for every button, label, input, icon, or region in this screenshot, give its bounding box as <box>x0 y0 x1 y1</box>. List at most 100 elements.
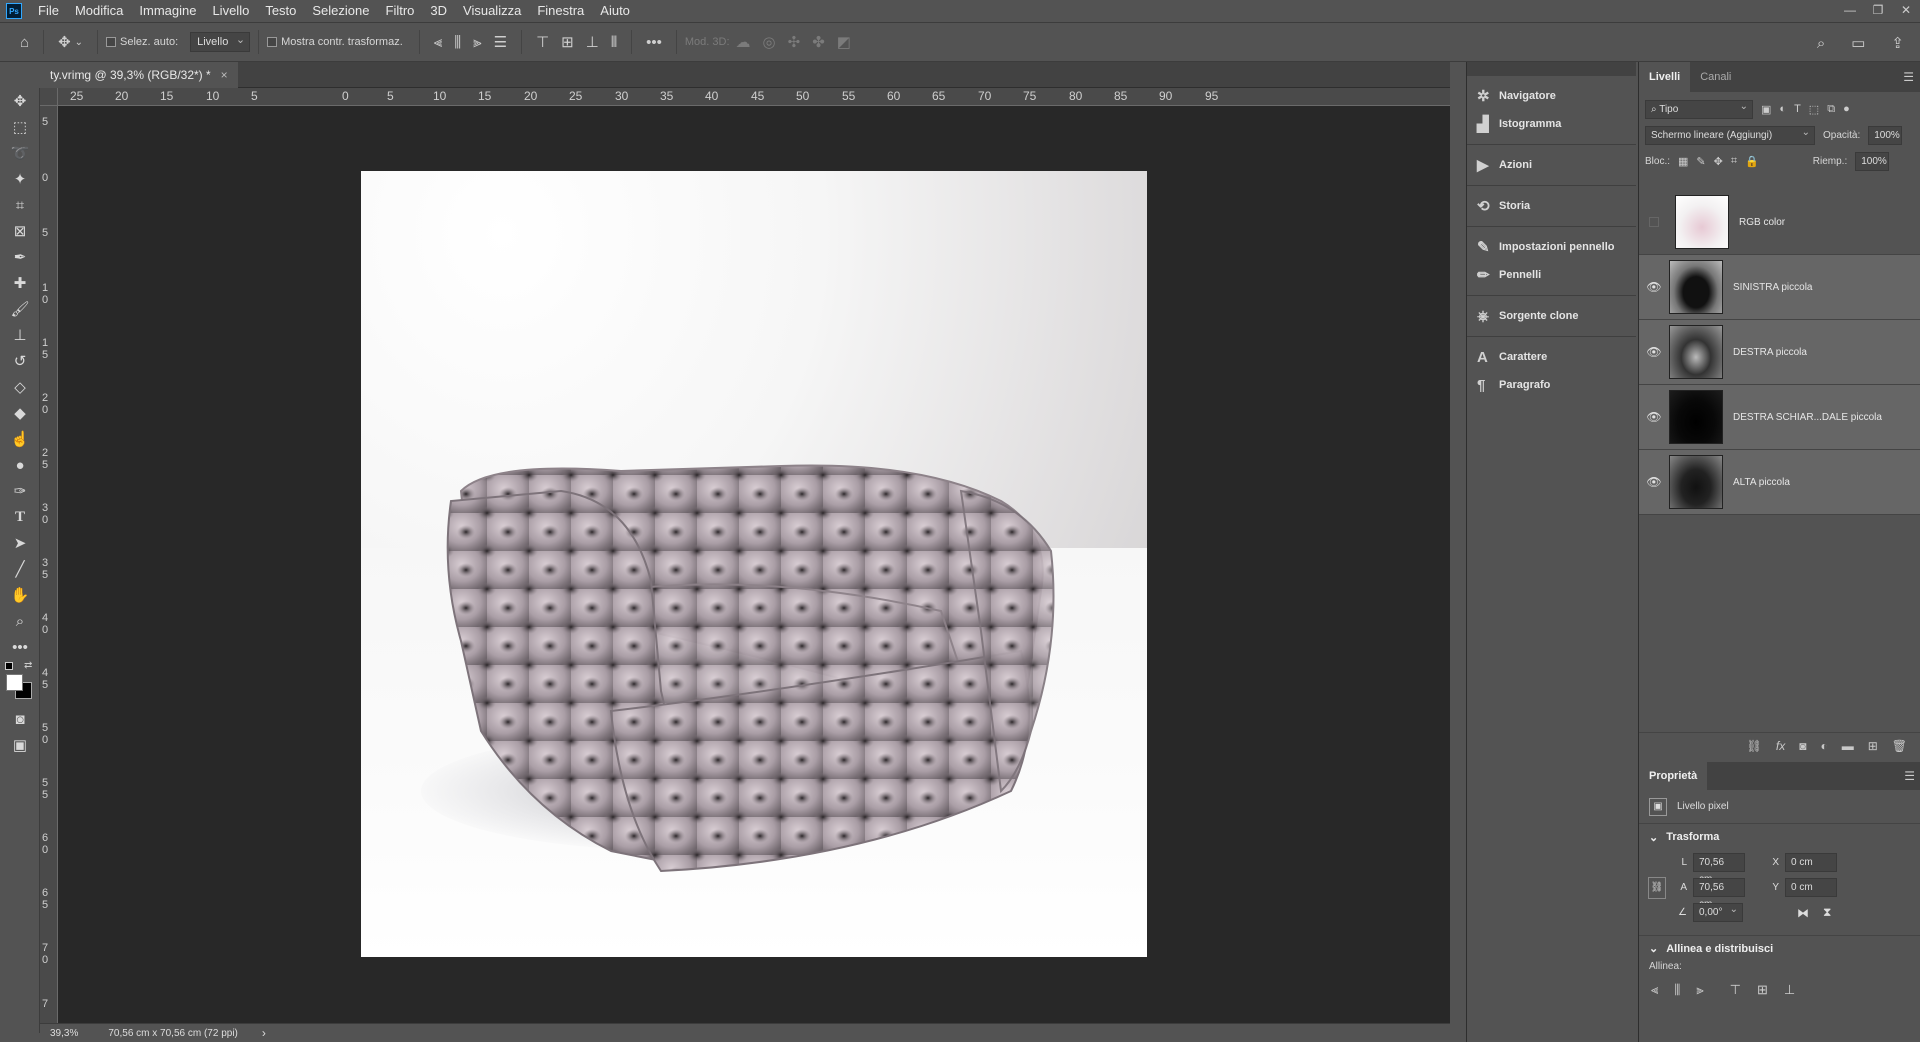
menu-view[interactable]: Visualizza <box>455 0 529 22</box>
navigator-panel-button[interactable]: ✲ Navigatore <box>1467 82 1636 110</box>
link-dimensions-icon[interactable]: ⛓ <box>1648 876 1666 899</box>
minimize-icon[interactable]: — <box>1836 0 1864 22</box>
dock-header[interactable] <box>1467 62 1636 76</box>
align-section-header[interactable]: ⌄ Allinea e distribuisci <box>1639 935 1920 961</box>
filter-adjustment-icon[interactable]: ◐ <box>1779 103 1786 115</box>
zoom-tool-icon[interactable]: ⌕ <box>0 608 40 634</box>
hand-tool-icon[interactable]: ✋ <box>0 582 40 608</box>
height-field[interactable]: 70,56 cm <box>1693 878 1745 910</box>
menu-type[interactable]: Testo <box>257 0 304 22</box>
workspace-icon[interactable]: ▭ <box>1851 34 1865 52</box>
filter-smart-object-icon[interactable]: ⧉ <box>1827 103 1835 116</box>
brush-settings-panel-button[interactable]: ✎ Impostazioni pennello <box>1467 233 1636 261</box>
ruler-origin[interactable] <box>40 88 58 106</box>
panel-menu-icon[interactable]: ☰ <box>1904 769 1915 783</box>
layer-filter-dropdown[interactable]: ⌕ Tipo <box>1645 98 1753 119</box>
angle-field[interactable]: 0,00° <box>1693 901 1743 922</box>
healing-brush-tool-icon[interactable]: ✚ <box>0 270 40 296</box>
vertical-ruler[interactable]: 5 0 5 1 0 1 5 2 0 2 5 3 0 3 5 4 0 4 5 5 … <box>40 88 58 1023</box>
tab-properties[interactable]: Proprietà <box>1639 762 1708 790</box>
blend-mode-dropdown[interactable]: Schermo lineare (Aggiungi) <box>1645 124 1815 145</box>
close-tab-icon[interactable]: × <box>221 62 228 88</box>
smudge-tool-icon[interactable]: ☝ <box>0 426 40 452</box>
tab-channels[interactable]: Canali <box>1690 62 1741 92</box>
paint-bucket-tool-icon[interactable]: ◆ <box>0 400 40 426</box>
menu-select[interactable]: Selezione <box>304 0 377 22</box>
line-tool-icon[interactable]: ╱ <box>0 556 40 582</box>
foreground-color-swatch[interactable] <box>6 674 23 691</box>
align-left-icon[interactable]: ⫷ <box>1651 982 1658 998</box>
lock-all-icon[interactable]: 🔒 <box>1745 155 1759 168</box>
align-middle-v-icon[interactable]: ⊞ <box>561 33 574 51</box>
delete-layer-icon[interactable]: 🗑 <box>1892 739 1907 753</box>
filter-type-icon[interactable]: T <box>1794 103 1801 115</box>
eyedropper-tool-icon[interactable]: ✒ <box>0 244 40 270</box>
move-tool-icon[interactable]: ✥ <box>0 88 40 114</box>
layer-row[interactable]: 👁 SINISTRA piccola <box>1639 255 1920 320</box>
quick-mask-icon[interactable]: ◙ <box>0 706 40 732</box>
align-top-icon[interactable]: ⊤ <box>536 33 549 51</box>
lock-image-icon[interactable]: ✎ <box>1696 155 1705 168</box>
lock-transparent-icon[interactable]: ▦ <box>1678 155 1688 168</box>
frame-tool-icon[interactable]: ⊠ <box>0 218 40 244</box>
flip-horizontal-icon[interactable]: ⧓ <box>1797 906 1809 920</box>
align-middle-v-icon[interactable]: ⊞ <box>1757 982 1768 998</box>
photoshop-logo-icon[interactable]: Ps <box>6 3 22 19</box>
menu-filter[interactable]: Filtro <box>378 0 423 22</box>
vertical-scrollbar[interactable] <box>1450 88 1466 1023</box>
lock-position-icon[interactable]: ✥ <box>1714 155 1723 168</box>
link-layers-icon[interactable]: ⛓ <box>1747 739 1762 753</box>
pen-tool-icon[interactable]: ✑ <box>0 478 40 504</box>
document-canvas[interactable] <box>361 171 1147 957</box>
character-panel-button[interactable]: A Carattere <box>1467 343 1636 371</box>
visibility-toggle[interactable] <box>1649 217 1659 227</box>
layer-row[interactable]: 👁 ALTA piccola <box>1639 450 1920 515</box>
align-center-h-icon[interactable]: ⫼ <box>1674 982 1680 998</box>
align-center-h-icon[interactable]: ⫼ <box>454 34 461 51</box>
transform-section-header[interactable]: ⌄ Trasforma <box>1639 824 1920 850</box>
history-panel-button[interactable]: ⟲ Storia <box>1467 192 1636 220</box>
restore-icon[interactable]: ❐ <box>1864 0 1892 22</box>
status-menu-arrow[interactable]: › <box>262 1026 266 1040</box>
brushes-panel-button[interactable]: ✏ Pennelli <box>1467 261 1636 289</box>
home-icon[interactable]: ⌂ <box>20 34 29 51</box>
distribute-vertical-icon[interactable]: ⫴ <box>611 34 617 51</box>
eye-icon[interactable]: 👁 <box>1639 345 1669 359</box>
default-colors-icon[interactable] <box>5 662 13 670</box>
panel-menu-icon[interactable]: ☰ <box>1903 70 1914 84</box>
menu-layer[interactable]: Livello <box>204 0 257 22</box>
lock-artboard-icon[interactable]: ⌗ <box>1731 155 1737 168</box>
new-group-icon[interactable]: ▬ <box>1842 739 1854 753</box>
auto-select-checkbox[interactable] <box>106 37 117 47</box>
menu-window[interactable]: Finestra <box>529 0 592 22</box>
more-options-icon[interactable]: ••• <box>646 34 662 51</box>
auto-select-target-dropdown[interactable]: Livello <box>190 31 251 52</box>
align-left-icon[interactable]: ⫷ <box>434 34 442 51</box>
move-tool-preset-icon[interactable]: ✥ <box>58 33 71 51</box>
swap-colors-icon[interactable]: ⇄ <box>24 660 32 671</box>
add-mask-icon[interactable]: ◙ <box>1799 739 1806 753</box>
history-brush-tool-icon[interactable]: ↺ <box>0 348 40 374</box>
layer-style-icon[interactable]: fx <box>1776 739 1785 753</box>
brush-tool-icon[interactable]: 🖌 <box>0 296 40 322</box>
filter-toggle-icon[interactable]: ● <box>1843 103 1850 115</box>
document-tab[interactable]: ty.vrimg @ 39,3% (RGB/32*) * × <box>40 62 238 88</box>
search-icon[interactable]: ⌕ <box>1817 35 1825 52</box>
layer-row[interactable]: RGB color <box>1639 190 1920 255</box>
actions-panel-button[interactable]: ▶ Azioni <box>1467 151 1636 179</box>
new-layer-icon[interactable]: ⊞ <box>1868 739 1878 753</box>
width-field[interactable]: 70,56 cm <box>1693 853 1745 885</box>
layer-row[interactable]: 👁 DESTRA SCHIAR...DALE piccola <box>1639 385 1920 450</box>
show-transform-checkbox[interactable] <box>267 37 278 47</box>
eye-icon[interactable]: 👁 <box>1639 280 1669 294</box>
marquee-tool-icon[interactable]: ⬚ <box>0 114 40 140</box>
tab-layers[interactable]: Livelli <box>1639 62 1691 92</box>
dodge-tool-icon[interactable]: ● <box>0 452 40 478</box>
align-right-icon[interactable]: ⫸ <box>473 34 481 51</box>
clone-source-panel-button[interactable]: ⎈ Sorgente clone <box>1467 302 1636 330</box>
layer-row[interactable]: 👁 DESTRA piccola <box>1639 320 1920 385</box>
x-field[interactable]: 0 cm <box>1785 853 1837 872</box>
eye-icon[interactable]: 👁 <box>1639 410 1669 424</box>
menu-edit[interactable]: Modifica <box>67 0 131 22</box>
share-icon[interactable]: ⇪ <box>1891 34 1904 52</box>
